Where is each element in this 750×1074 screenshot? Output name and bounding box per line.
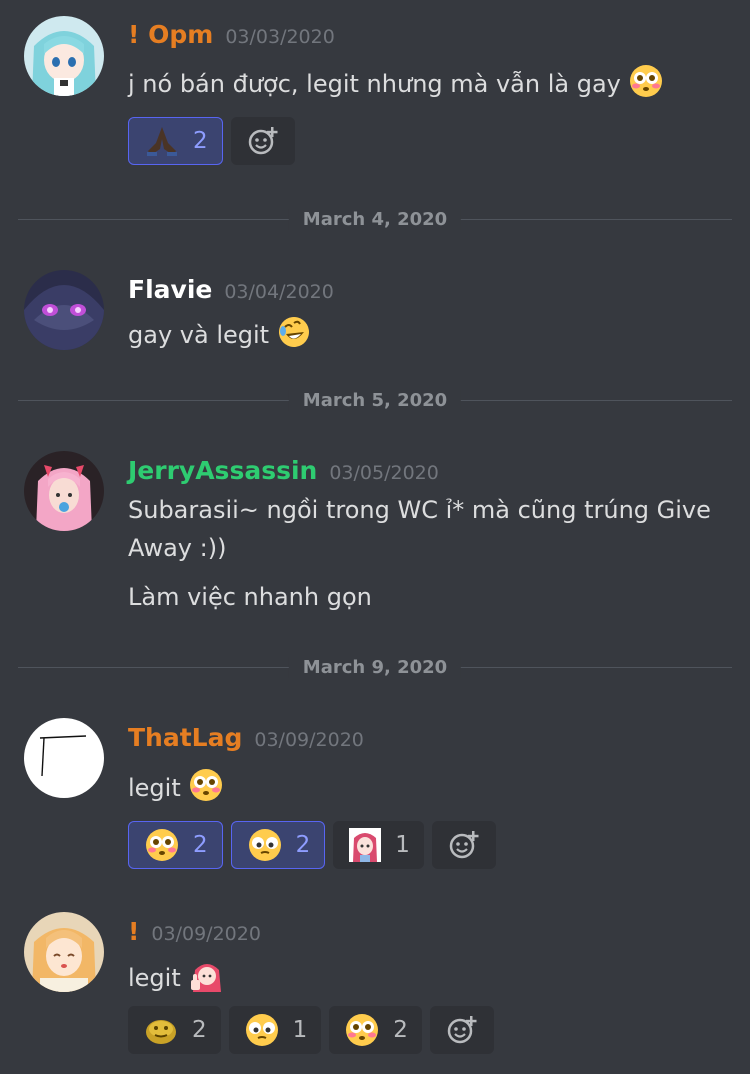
avatar[interactable] — [24, 718, 104, 798]
rofl-emoji-icon — [277, 315, 311, 355]
avatar-anime-girl-icon — [24, 16, 104, 96]
date-divider-label: March 4, 2020 — [288, 209, 462, 230]
message-text-container: legit — [128, 958, 225, 998]
dizzy-face-icon — [245, 1013, 279, 1047]
message-text: Subarasii~ ngồi trong WC ỉ* mà cũng trún… — [128, 496, 711, 524]
message-text: gay và legit — [128, 321, 270, 349]
flushed-face-icon — [345, 1013, 379, 1047]
username[interactable]: JerryAssassin — [128, 456, 317, 485]
reaction-count: 2 — [192, 1017, 207, 1043]
message-text: Làm việc nhanh gọn — [128, 583, 372, 611]
pray-icon — [145, 125, 179, 157]
add-reaction-icon — [446, 1014, 478, 1046]
add-reaction-button[interactable] — [429, 1006, 494, 1054]
timestamp: 03/05/2020 — [329, 462, 439, 484]
username[interactable]: ThatLag — [128, 723, 242, 752]
avatar-dark-character-icon — [24, 270, 104, 350]
avatar[interactable] — [24, 16, 104, 96]
reaction-button[interactable]: 2 — [128, 117, 223, 165]
date-divider: March 4, 2020 — [18, 209, 732, 230]
username[interactable]: ! — [128, 917, 139, 946]
avatar[interactable] — [24, 451, 104, 531]
message-text-container: gay và legit — [128, 315, 311, 355]
username[interactable]: Flavie — [128, 275, 212, 304]
avatar[interactable] — [24, 270, 104, 350]
add-reaction-button[interactable] — [230, 117, 295, 165]
message-text-container: j nó bán được, legit nhưng mà vẫn là gay — [128, 64, 663, 104]
reaction-count: 1 — [395, 832, 410, 858]
flushed-face-icon — [189, 768, 223, 808]
reaction-count: 2 — [393, 1017, 408, 1043]
flushed-face-icon — [629, 64, 663, 104]
reactions-bar: 2 2 1 — [128, 821, 496, 869]
message-text-container: legit — [128, 768, 223, 808]
message-text: j nó bán được, legit nhưng mà vẫn là gay — [128, 70, 621, 98]
reaction-button[interactable]: 1 — [333, 821, 424, 869]
reactions-bar: 2 1 2 — [128, 1006, 494, 1054]
reaction-button[interactable]: 1 — [228, 1006, 322, 1054]
timestamp: 03/04/2020 — [224, 281, 334, 303]
reaction-button[interactable]: 2 — [128, 1006, 221, 1054]
avatar-pink-hair-girl-icon — [24, 451, 104, 531]
reaction-count: 1 — [292, 1017, 308, 1043]
date-divider: March 9, 2020 — [18, 657, 732, 678]
date-divider-label: March 9, 2020 — [288, 657, 462, 678]
date-divider: March 5, 2020 — [18, 390, 732, 411]
message-text: Away :)) — [128, 534, 227, 562]
gold-blob-icon — [144, 1014, 178, 1046]
reaction-count: 2 — [295, 832, 311, 858]
reaction-button[interactable]: 2 — [230, 821, 326, 869]
anime-girl-sticker-icon — [349, 828, 382, 862]
message-text: legit — [128, 964, 181, 992]
timestamp: 03/09/2020 — [151, 923, 261, 945]
dizzy-face-icon — [248, 828, 282, 862]
date-divider-label: March 5, 2020 — [288, 390, 462, 411]
username[interactable]: ! Opm — [128, 20, 213, 49]
avatar-orange-hair-girl-icon — [24, 912, 104, 992]
reaction-count: 2 — [193, 832, 208, 858]
message-text: legit — [128, 774, 181, 802]
avatar[interactable] — [24, 912, 104, 992]
timestamp: 03/09/2020 — [254, 729, 364, 751]
reaction-button[interactable]: 2 — [128, 821, 223, 869]
avatar-white-sketch-icon — [24, 718, 104, 798]
add-reaction-icon — [247, 125, 279, 157]
add-reaction-icon — [448, 829, 480, 861]
reactions-bar: 2 — [128, 117, 295, 165]
add-reaction-button[interactable] — [431, 821, 496, 869]
reaction-button[interactable]: 2 — [329, 1006, 422, 1054]
anime-thumbs-up-emoji-icon — [189, 958, 225, 998]
reaction-count: 2 — [193, 128, 208, 154]
timestamp: 03/03/2020 — [225, 26, 335, 48]
flushed-face-icon — [145, 828, 179, 862]
